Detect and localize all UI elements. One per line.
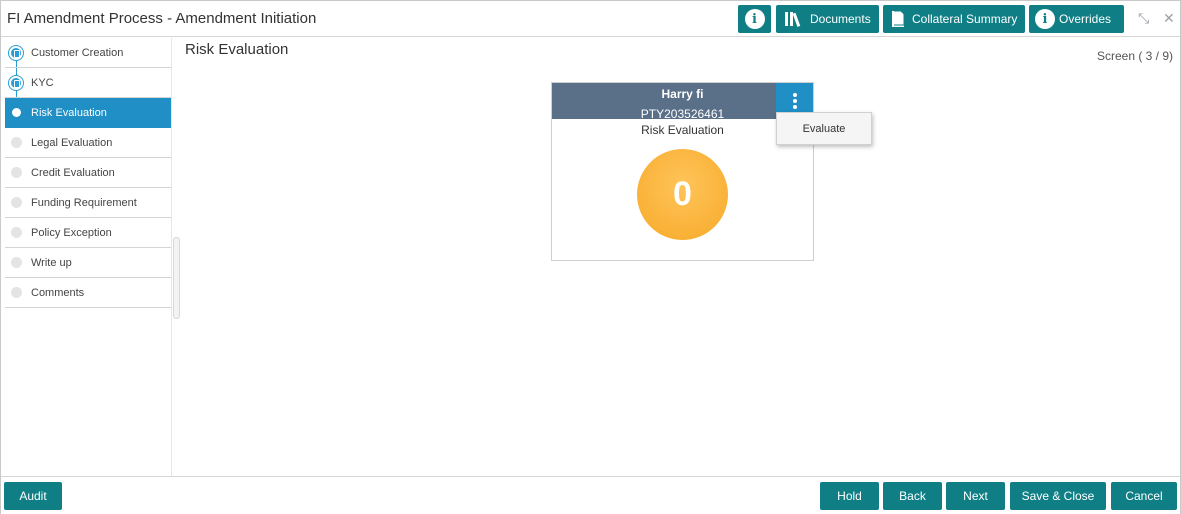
overrides-button[interactable]: i Overrides	[1029, 5, 1124, 33]
footer-bar: Audit Hold Back Next Save & Close Cancel	[1, 476, 1180, 514]
documents-button[interactable]: Documents	[776, 5, 879, 33]
step-complete-icon	[9, 75, 23, 90]
sidebar-item-label: Write up	[31, 256, 72, 269]
audit-button[interactable]: Audit	[4, 482, 62, 510]
step-pending-icon	[11, 137, 22, 148]
party-id: PTY203526461	[640, 107, 725, 121]
sidebar-item-funding-requirement[interactable]: Funding Requirement	[5, 188, 171, 218]
info-button[interactable]: i	[738, 5, 771, 33]
documents-label: Documents	[810, 12, 871, 26]
sidebar-item-label: Legal Evaluation	[31, 136, 113, 149]
step-pending-icon	[11, 197, 22, 208]
card-header: Harry fi PTY203526461	[552, 83, 813, 121]
step-complete-icon	[9, 45, 23, 60]
sidebar-item-credit-evaluation[interactable]: Credit Evaluation	[5, 158, 171, 188]
info-icon: i	[1035, 9, 1055, 29]
sidebar-item-label: Policy Exception	[31, 226, 112, 239]
step-pending-icon	[11, 287, 22, 298]
sidebar-item-comments[interactable]: Comments	[5, 278, 171, 308]
step-pending-icon	[11, 257, 22, 268]
sidebar-resize-handle[interactable]	[173, 237, 180, 319]
process-steps-sidebar: Customer Creation KYC Risk Evaluation Le…	[1, 38, 171, 476]
hold-button[interactable]: Hold	[820, 482, 879, 510]
sidebar-item-write-up[interactable]: Write up	[5, 248, 171, 278]
risk-score-badge: 0	[637, 149, 728, 240]
sidebar-item-label: Credit Evaluation	[31, 166, 115, 179]
card-label: Risk Evaluation	[641, 123, 724, 137]
sidebar-item-legal-evaluation[interactable]: Legal Evaluation	[5, 128, 171, 158]
sidebar-item-risk-evaluation[interactable]: Risk Evaluation	[5, 98, 171, 128]
header-bar: FI Amendment Process - Amendment Initiat…	[1, 1, 1180, 37]
sidebar-item-kyc[interactable]: KYC	[5, 68, 171, 98]
save-close-button[interactable]: Save & Close	[1010, 482, 1106, 510]
sidebar-item-label: Comments	[31, 286, 85, 299]
sidebar-item-policy-exception[interactable]: Policy Exception	[5, 218, 171, 248]
sidebar-divider	[171, 38, 172, 476]
cancel-button[interactable]: Cancel	[1111, 482, 1177, 510]
sidebar-item-label: Funding Requirement	[31, 196, 137, 209]
documents-icon	[784, 11, 802, 27]
back-button[interactable]: Back	[883, 482, 942, 510]
sidebar-item-label: Risk Evaluation	[31, 106, 107, 119]
step-pending-icon	[11, 227, 22, 238]
close-icon[interactable]: ✕	[1163, 10, 1175, 27]
step-active-icon	[12, 108, 21, 117]
minimize-icon[interactable]: ⤡	[1138, 10, 1149, 27]
app-title: FI Amendment Process - Amendment Initiat…	[7, 10, 317, 27]
sidebar-item-label: KYC	[31, 76, 54, 89]
document-icon	[891, 10, 905, 28]
screen-counter: Screen ( 3 / 9)	[1096, 49, 1173, 63]
info-icon: i	[744, 9, 765, 29]
collateral-summary-label: Collateral Summary	[912, 12, 1018, 26]
customer-name: Harry fi	[661, 87, 704, 101]
next-button[interactable]: Next	[946, 482, 1005, 510]
risk-evaluation-card: Harry fi PTY203526461 Risk Evaluation 0	[551, 82, 814, 261]
evaluate-menu-item[interactable]: Evaluate	[776, 112, 872, 145]
step-pending-icon	[11, 167, 22, 178]
sidebar-item-label: Customer Creation	[31, 46, 124, 59]
collateral-summary-button[interactable]: Collateral Summary	[883, 5, 1025, 33]
app-window: FI Amendment Process - Amendment Initiat…	[0, 0, 1181, 514]
page-title: Risk Evaluation	[185, 41, 289, 58]
sidebar-item-customer-creation[interactable]: Customer Creation	[5, 38, 171, 68]
overrides-label: Overrides	[1059, 12, 1112, 26]
